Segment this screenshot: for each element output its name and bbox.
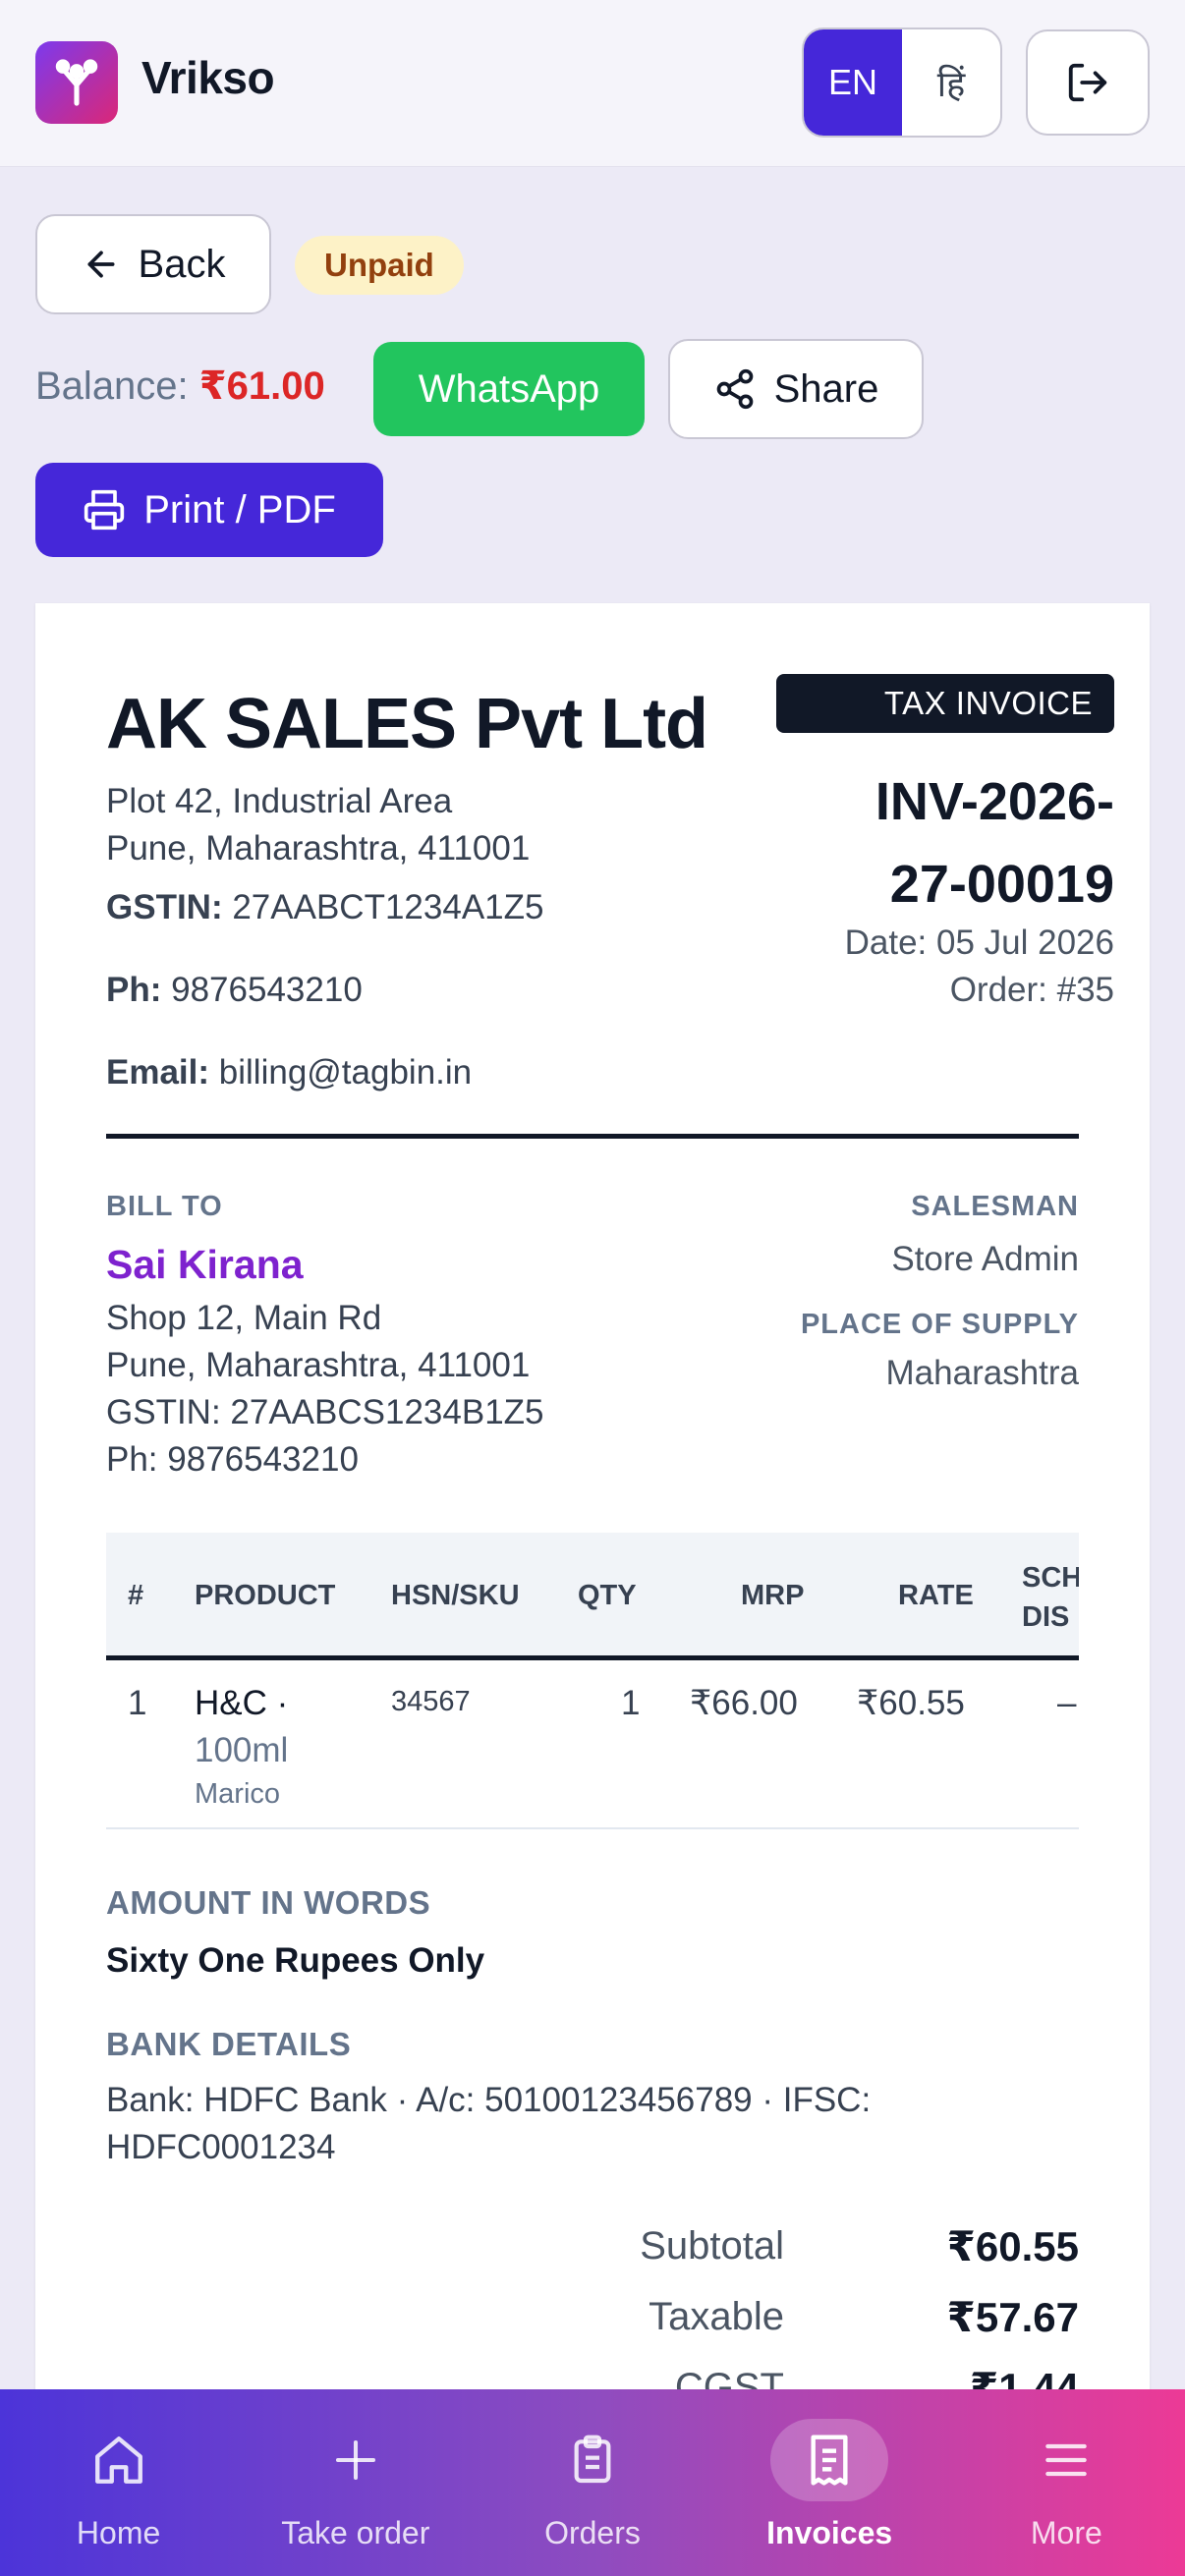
gstin-label: GSTIN: [106,888,223,926]
col-scheme-discount: SCH DIS [1022,1558,1079,1637]
nav-home[interactable]: Home [0,2389,237,2576]
invoice-card: AK SALES Pvt Ltd Plot 42, Industrial Are… [35,603,1150,2576]
place-of-supply-label: PLACE OF SUPPLY [800,1309,1079,1340]
company-email: Email: billing@tagbin.in [106,1053,472,1092]
whatsapp-button[interactable]: WhatsApp [373,342,645,436]
customer-name[interactable]: Sai Kirana [106,1242,304,1288]
nav-invoices[interactable]: Invoices [711,2389,948,2576]
row-hsn: 34567 [391,1686,471,1717]
bottom-nav: Home Take order Orders Invoices More [0,2389,1185,2576]
print-label: Print / PDF [143,487,336,532]
taxable-value: ₹57.67 [946,2294,1079,2340]
col-scheme-line2: DIS [1022,1601,1070,1633]
row-discount: – [1057,1684,1077,1722]
row-variant: 100ml [195,1731,289,1769]
clipboard-icon [534,2419,651,2501]
plus-icon [297,2419,415,2501]
col-product: PRODUCT [195,1580,336,1611]
email-value: billing@tagbin.in [218,1053,473,1092]
invoice-number: INV-2026- 27-00019 [875,760,1114,925]
nav-take-order-label: Take order [281,2515,430,2550]
language-toggle: EN हिं [802,28,1002,138]
menu-icon [1007,2419,1125,2501]
app-name: Vrikso [141,52,275,103]
status-badge: Unpaid [295,236,464,295]
print-pdf-button[interactable]: Print / PDF [35,463,383,557]
col-index: # [128,1580,144,1611]
phone-value: 9876543210 [171,971,363,1009]
invoice-date: Date: 05 Jul 2026 [844,924,1114,962]
col-scheme-line1: SCH [1022,1562,1079,1594]
back-label: Back [138,242,226,286]
back-button[interactable]: Back [35,214,271,314]
row-brand: Marico [195,1778,281,1810]
col-mrp: MRP [741,1580,805,1611]
place-of-supply-value: Maharashtra [885,1354,1079,1392]
share-label: Share [773,366,879,411]
customer-phone: Ph: 9876543210 [106,1440,359,1479]
logout-button[interactable] [1026,29,1150,136]
invoice-order: Order: #35 [949,971,1114,1009]
nav-orders-label: Orders [544,2515,641,2550]
balance-label: Balance: [35,364,189,408]
phone-label: Ph: [106,971,162,1009]
row-mrp: ₹66.00 [690,1684,798,1722]
invoice-number-line1: INV-2026- [875,772,1114,831]
balance: Balance: ₹61.00 [35,364,325,409]
bank-details-value: Bank: HDFC Bank · A/c: 50100123456789 · … [106,2081,872,2166]
company-name: AK SALES Pvt Ltd [106,685,708,763]
bank-details-label: BANK DETAILS [106,2026,352,2062]
company-gstin: GSTIN: 27AABCT1234A1Z5 [106,888,543,927]
company-address-line1: Plot 42, Industrial Area [106,782,453,820]
nav-more-label: More [1030,2515,1102,2550]
balance-value: ₹61.00 [198,364,325,408]
email-label: Email: [106,1053,210,1092]
lang-en-button[interactable]: EN [804,29,902,136]
gstin-value: 27AABCT1234A1Z5 [232,888,544,926]
col-qty: QTY [578,1580,637,1611]
home-icon [60,2419,178,2501]
amount-in-words-label: AMOUNT IN WORDS [106,1884,431,1921]
nav-orders[interactable]: Orders [474,2389,710,2576]
items-table-header: # PRODUCT HSN/SKU QTY MRP RATE SCH DIS [106,1533,1079,1660]
lang-hi-button[interactable]: हिं [902,29,1000,136]
tree-logo-icon [55,59,98,106]
subtotal-label: Subtotal [640,2224,784,2268]
salesman-value: Store Admin [891,1240,1079,1278]
logout-icon [1068,63,1107,102]
col-hsn: HSN/SKU [391,1580,520,1611]
arrow-left-icon [87,251,115,278]
company-address-line2: Pune, Maharashtra, 411001 [106,829,531,868]
nav-invoices-label: Invoices [766,2515,893,2550]
receipt-icon [770,2419,889,2501]
customer-gstin: GSTIN: 27AABCS1234B1Z5 [106,1393,544,1431]
salesman-label: SALESMAN [911,1191,1079,1222]
taxable-label: Taxable [649,2295,784,2338]
nav-take-order[interactable]: Take order [237,2389,474,2576]
nav-home-label: Home [76,2515,161,2550]
app-logo [35,41,118,124]
company-phone: Ph: 9876543210 [106,971,363,1010]
share-button[interactable]: Share [668,339,924,439]
header-divider [106,1134,1079,1139]
customer-address-line1: Shop 12, Main Rd [106,1299,382,1337]
share-icon [716,368,753,410]
nav-more[interactable]: More [948,2389,1185,2576]
table-row: 1 H&C · 100ml Marico 34567 1 ₹66.00 ₹60.… [106,1660,1079,1829]
row-product: H&C · [195,1684,289,1722]
invoice-number-line2: 27-00019 [889,855,1114,914]
amount-in-words-value: Sixty One Rupees Only [106,1941,485,1980]
tax-invoice-badge: TAX INVOICE [776,674,1114,733]
col-rate: RATE [898,1580,974,1611]
row-qty: 1 [621,1684,641,1722]
row-rate: ₹60.55 [857,1684,965,1722]
customer-address-line2: Pune, Maharashtra, 411001 [106,1346,531,1384]
row-index: 1 [128,1684,147,1722]
app-header: Vrikso EN हिं [0,0,1185,167]
bill-to-label: BILL TO [106,1191,223,1222]
printer-icon [85,489,125,531]
subtotal-value: ₹60.55 [946,2223,1079,2269]
